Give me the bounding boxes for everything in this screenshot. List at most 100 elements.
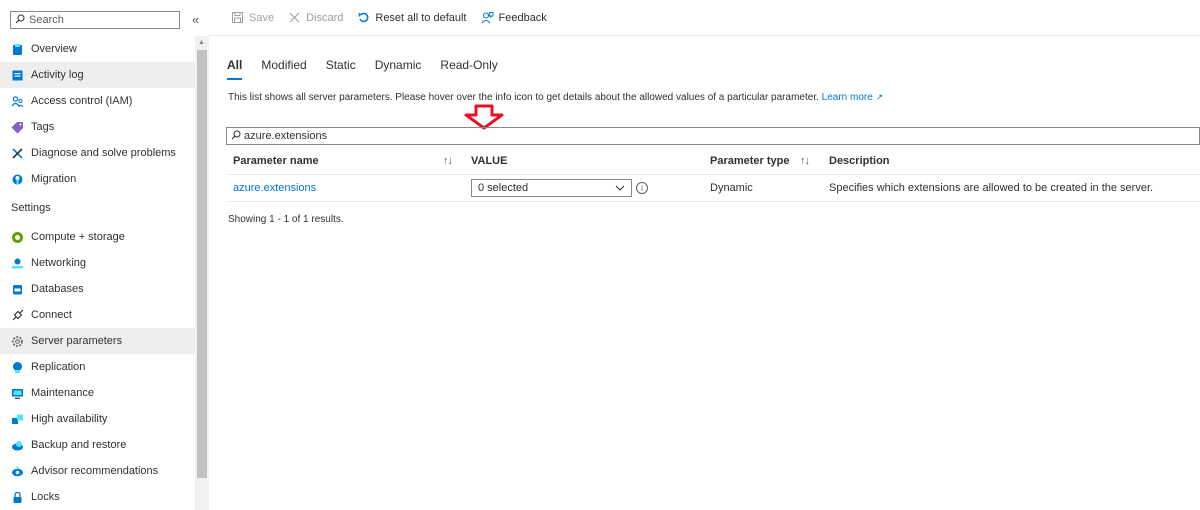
menu-nav: Overview Activity log Access control (IA… [0, 36, 195, 510]
menu-item-tags[interactable]: Tags [0, 114, 195, 140]
maintenance-icon [11, 387, 24, 400]
table-row: azure.extensions 0 selected i Dynamic Sp… [227, 175, 1200, 202]
external-link-icon: ↗ [875, 92, 884, 102]
lock-icon [11, 491, 24, 504]
menu-item-label: High availability [31, 413, 108, 425]
menu-item-label: Compute + storage [31, 231, 125, 243]
tab-read-only[interactable]: Read-Only [440, 58, 497, 80]
search-icon [231, 130, 241, 143]
menu-item-connect[interactable]: Connect [0, 302, 195, 328]
menu-item-label: Migration [31, 173, 77, 185]
info-icon[interactable]: i [636, 182, 648, 194]
menu-item-advisor[interactable]: Advisor recommendations [0, 458, 195, 484]
tab-static[interactable]: Static [326, 58, 356, 80]
wrench-icon [11, 147, 24, 160]
main-content: Save Discard Reset all to default Feedba… [209, 0, 1200, 510]
menu-item-maintenance[interactable]: Maintenance [0, 380, 195, 406]
search-icon [15, 14, 25, 27]
parameter-name-link[interactable]: azure.extensions [233, 182, 316, 194]
save-icon [232, 12, 243, 23]
sort-arrows-icon[interactable]: ↑↓ [800, 148, 810, 174]
menu-item-label: Access control (IAM) [31, 95, 133, 107]
menu-item-label: Networking [31, 257, 87, 269]
activity-log-icon [11, 69, 24, 82]
menu-item-replication[interactable]: Replication [0, 354, 195, 380]
close-icon [289, 12, 300, 23]
menu-section-settings: Settings [11, 202, 51, 214]
menu-item-label: Replication [31, 361, 86, 373]
menu-item-migration[interactable]: Migration [0, 166, 195, 192]
menu-search-input[interactable] [25, 14, 169, 26]
description-text: This list shows all server parameters. P… [228, 92, 819, 103]
save-button[interactable]: Save [231, 11, 274, 24]
parameter-tabs: All Modified Static Dynamic Read-Only [227, 58, 517, 80]
menu-item-locks[interactable]: Locks [0, 484, 195, 510]
menu-item-label: Connect [31, 309, 72, 321]
chevron-down-icon [615, 182, 625, 194]
menu-item-label: Maintenance [31, 387, 94, 399]
resource-menu: « Overview Activity log Access control (… [0, 0, 209, 510]
tab-dynamic[interactable]: Dynamic [375, 58, 422, 80]
sort-arrows-icon[interactable]: ↑↓ [443, 148, 453, 174]
replication-icon [11, 361, 24, 374]
tab-all[interactable]: All [227, 58, 243, 80]
migration-icon [11, 173, 24, 186]
header-parameter-type: Parameter type [710, 155, 790, 167]
parameter-description: Specifies which extensions are allowed t… [829, 182, 1154, 194]
learn-more-link[interactable]: Learn more ↗ [822, 92, 883, 103]
filter-input[interactable] [241, 130, 644, 142]
scroll-up-arrow-icon[interactable]: ▲ [198, 39, 205, 46]
menu-item-activity-log[interactable]: Activity log [0, 62, 195, 88]
page-description: This list shows all server parameters. P… [228, 92, 883, 103]
discard-label: Discard [306, 11, 344, 24]
menu-item-label: Backup and restore [31, 439, 127, 451]
high-availability-icon [11, 413, 24, 426]
parameter-type-value: Dynamic [710, 182, 753, 194]
filter-box[interactable] [226, 127, 1200, 145]
menu-item-backup-restore[interactable]: Backup and restore [0, 432, 195, 458]
menu-item-overview[interactable]: Overview [0, 36, 195, 62]
tab-modified[interactable]: Modified [261, 58, 306, 80]
command-bar: Save Discard Reset all to default Feedba… [209, 0, 1200, 36]
table-header: Parameter name ↑↓ VALUE Parameter type ↑… [227, 148, 1200, 175]
header-value: VALUE [471, 155, 508, 167]
menu-item-label: Databases [31, 283, 84, 295]
menu-item-networking[interactable]: Networking [0, 250, 195, 276]
compute-icon [11, 231, 24, 244]
header-parameter-name: Parameter name [233, 155, 319, 167]
menu-item-databases[interactable]: Databases [0, 276, 195, 302]
save-label: Save [249, 11, 275, 24]
menu-item-compute-storage[interactable]: Compute + storage [0, 224, 195, 250]
value-dropdown[interactable]: 0 selected [471, 179, 632, 197]
header-description: Description [829, 155, 890, 167]
advisor-icon [11, 465, 24, 478]
menu-item-label: Advisor recommendations [31, 465, 159, 477]
menu-item-label: Overview [31, 43, 77, 55]
people-icon [11, 95, 24, 108]
menu-scrollbar[interactable]: ▲ [195, 36, 209, 510]
menu-item-diagnose[interactable]: Diagnose and solve problems [0, 140, 195, 166]
collapse-menu-button[interactable]: « [192, 12, 199, 27]
database-icon [11, 283, 24, 296]
menu-item-high-availability[interactable]: High availability [0, 406, 195, 432]
results-count: Showing 1 - 1 of 1 results. [228, 214, 344, 225]
parameters-table: Parameter name ↑↓ VALUE Parameter type ↑… [227, 148, 1200, 202]
backup-icon [11, 439, 24, 452]
menu-item-label: Diagnose and solve problems [31, 147, 176, 159]
reset-all-button[interactable]: Reset all to default [357, 11, 467, 24]
menu-item-label: Server parameters [31, 335, 123, 347]
feedback-button[interactable]: Feedback [481, 11, 547, 24]
discard-button[interactable]: Discard [288, 11, 343, 24]
menu-item-label: Tags [31, 121, 55, 133]
menu-item-label: Locks [31, 491, 60, 503]
menu-item-access-control[interactable]: Access control (IAM) [0, 88, 195, 114]
menu-search-box[interactable] [10, 11, 180, 29]
menu-item-server-parameters[interactable]: Server parameters [0, 328, 195, 354]
gear-icon [11, 335, 24, 348]
feedback-icon [481, 12, 493, 24]
plug-icon [11, 309, 24, 322]
reset-label: Reset all to default [375, 11, 467, 24]
undo-icon [358, 12, 369, 23]
scroll-thumb[interactable] [197, 50, 207, 478]
menu-item-label: Activity log [31, 69, 84, 81]
